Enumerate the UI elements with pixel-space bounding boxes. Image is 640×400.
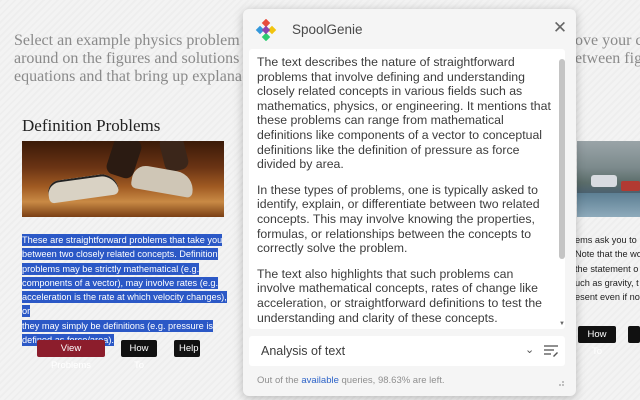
mode-select[interactable]: Analysis of text ⌄: [249, 336, 565, 366]
mode-select-value: Analysis of text: [261, 344, 346, 358]
available-link[interactable]: available: [301, 375, 339, 386]
spoolgenie-popup: SpoolGenie ✕ The text describes the natu…: [243, 9, 576, 396]
right-extra-button[interactable]: [628, 326, 640, 343]
harbor-boats-photo: [577, 141, 640, 217]
analysis-paragraph: The text also highlights that such probl…: [257, 266, 543, 325]
close-icon[interactable]: ✕: [549, 17, 571, 39]
analysis-output[interactable]: The text describes the nature of straigh…: [249, 49, 565, 329]
quota-footer: Out of the available queries, 98.63% are…: [257, 375, 445, 386]
text-format-icon[interactable]: [543, 344, 559, 358]
app-name: SpoolGenie: [292, 22, 363, 37]
intro-text-right: ove your cu etween fig: [575, 32, 640, 67]
running-shoes-photo: [22, 141, 224, 217]
analysis-paragraph: The text describes the nature of straigh…: [257, 55, 551, 172]
resize-handle-icon[interactable]: [555, 377, 565, 387]
right-description-text: ems ask you to r Note that the wo the st…: [575, 235, 640, 303]
right-how-to-button[interactable]: How To: [578, 326, 616, 357]
scroll-down-arrow-icon[interactable]: ▼: [559, 321, 565, 327]
intro-text: Select an example physics problem f arou…: [14, 32, 250, 85]
help-button[interactable]: Help: [174, 340, 200, 357]
popup-header: SpoolGenie ✕: [243, 9, 576, 49]
section-title: Definition Problems: [22, 116, 161, 135]
chevron-down-icon[interactable]: ⌄: [525, 343, 534, 356]
scrollbar-thumb[interactable]: [559, 59, 565, 259]
analysis-paragraph: In these types of problems, one is typic…: [257, 182, 540, 256]
view-problems-button[interactable]: View Problems: [37, 340, 105, 371]
selected-description-text[interactable]: These are straightforward problems that …: [22, 233, 234, 347]
spoolgenie-logo-icon: [255, 19, 277, 41]
scrollbar[interactable]: ▼: [559, 59, 565, 329]
how-to-button[interactable]: How To: [121, 340, 157, 371]
